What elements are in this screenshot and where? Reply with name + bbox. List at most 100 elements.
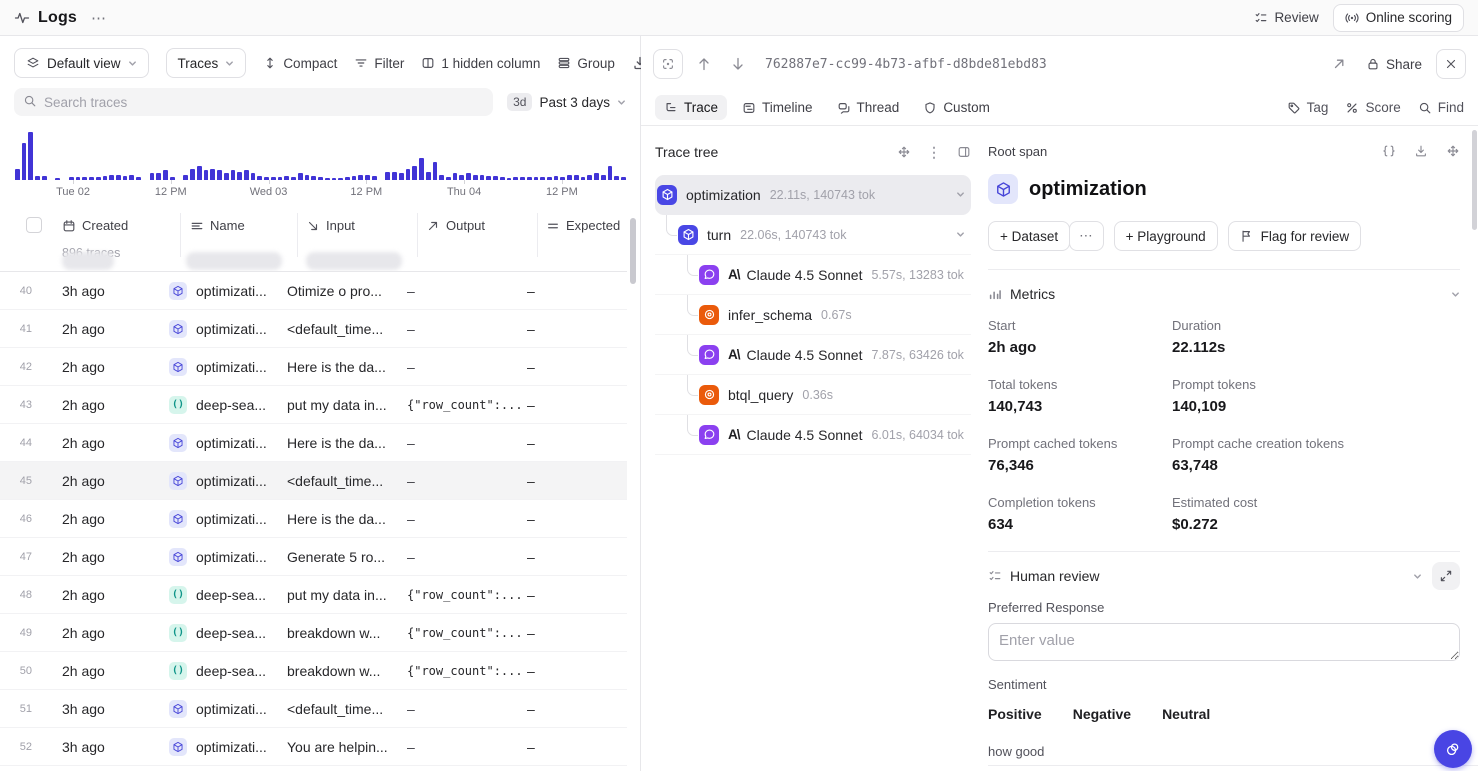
score-button[interactable]: Score	[1345, 100, 1400, 115]
assistant-fab[interactable]	[1434, 730, 1472, 768]
tag-button[interactable]: Tag	[1287, 100, 1329, 115]
move-icon[interactable]	[897, 145, 911, 159]
tab-timeline[interactable]: Timeline	[733, 95, 822, 120]
group-button[interactable]: Group	[557, 56, 615, 71]
code-braces-icon[interactable]	[1382, 144, 1396, 158]
tool-span-icon	[699, 305, 719, 325]
chevron-down-icon[interactable]	[956, 190, 965, 199]
filter-button[interactable]: Filter	[354, 56, 404, 71]
online-scoring-button[interactable]: Online scoring	[1333, 4, 1464, 32]
download-icon[interactable]	[1414, 144, 1428, 158]
tab-thread[interactable]: Thread	[828, 95, 909, 120]
table-row[interactable]: 45 2h ago optimizati... <default_time...…	[0, 462, 627, 500]
x-axis-label: 12 PM	[350, 186, 382, 198]
review-button[interactable]: Review	[1254, 10, 1318, 25]
span-type-icon	[169, 472, 187, 490]
next-trace-button[interactable]	[725, 51, 751, 77]
column-divider	[417, 213, 418, 257]
trace-id: 762887e7-cc99-4b73-afbf-d8bde81ebd83	[765, 57, 1047, 72]
table-row[interactable]: 46 2h ago optimizati... Here is the da..…	[0, 500, 627, 538]
table-row[interactable]: 43 2h ago deep-sea... put my data in... …	[0, 386, 627, 424]
select-all-checkbox[interactable]	[26, 217, 42, 233]
time-range-selector[interactable]: 3d Past 3 days	[507, 93, 626, 111]
table-row[interactable]: 52 3h ago optimizati... You are helpin..…	[0, 728, 627, 766]
cell-input: Generate 5 ro...	[287, 549, 407, 565]
trace-volume-histogram[interactable]: Tue 0212 PMWed 0312 PMThu 0412 PM	[15, 132, 626, 198]
table-row[interactable]: 44 2h ago optimizati... Here is the da..…	[0, 424, 627, 462]
trace-tree-row[interactable]: A\ optimization 22.11s, 140743 tok	[655, 175, 971, 215]
add-to-playground-button[interactable]: + Playground	[1114, 221, 1218, 251]
expand-review-button[interactable]	[1432, 562, 1460, 590]
traces-selector[interactable]: Traces	[166, 48, 247, 78]
table-row[interactable]: 47 2h ago optimizati... Generate 5 ro...…	[0, 538, 627, 576]
review-checklist-icon	[988, 569, 1002, 583]
sentiment-option-negative[interactable]: Negative	[1073, 706, 1131, 722]
trace-detail-panel: 762887e7-cc99-4b73-afbf-d8bde81ebd83 Sha…	[641, 36, 1478, 771]
redacted-cell	[186, 252, 282, 270]
columns-icon	[421, 56, 435, 70]
trace-tree-row[interactable]: A\ turn 22.06s, 140743 tok	[655, 215, 971, 255]
sentiment-option-neutral[interactable]: Neutral	[1162, 706, 1210, 722]
close-panel-button[interactable]	[1436, 49, 1466, 79]
panel-toggle-icon[interactable]	[957, 145, 971, 159]
tree-icon	[664, 101, 678, 115]
tree-menu-button[interactable]: ⋮	[927, 145, 941, 159]
flag-for-review-button[interactable]: Flag for review	[1228, 221, 1362, 251]
trace-tree-row[interactable]: A\ Claude 4.5 Sonnet 6.01s, 64034 tok	[655, 415, 971, 455]
move-icon[interactable]	[1446, 144, 1460, 158]
row-number: 48	[0, 589, 46, 601]
layers-icon	[26, 56, 40, 70]
column-header-input[interactable]: Input	[306, 218, 355, 233]
calendar-icon	[62, 219, 76, 233]
tab-trace[interactable]: Trace	[655, 95, 727, 120]
hidden-columns-button[interactable]: 1 hidden column	[421, 56, 540, 71]
table-row[interactable]: 40 3h ago optimizati... Otimize o pro...…	[0, 272, 627, 310]
find-button[interactable]: Find	[1418, 100, 1464, 115]
table-row[interactable]: 51 3h ago optimizati... <default_time...…	[0, 690, 627, 728]
trace-tree-row[interactable]: A\ infer_schema 0.67s	[655, 295, 971, 335]
column-divider	[180, 213, 181, 257]
trace-tree-row[interactable]: A\ btql_query 0.36s	[655, 375, 971, 415]
page-menu-button[interactable]: ⋯	[91, 9, 107, 27]
cell-output: –	[407, 511, 527, 527]
tab-custom[interactable]: Custom	[914, 95, 999, 120]
table-row[interactable]: 41 2h ago optimizati... <default_time...…	[0, 310, 627, 348]
row-number: 49	[0, 627, 46, 639]
dataset-more-button[interactable]: ⋯	[1069, 221, 1104, 251]
focus-span-button[interactable]	[653, 49, 683, 79]
add-to-dataset-button[interactable]: + Dataset	[988, 221, 1070, 251]
cell-expected: –	[527, 435, 627, 451]
share-button[interactable]: Share	[1366, 57, 1422, 72]
cell-expected: –	[527, 397, 627, 413]
llm-span-icon	[699, 265, 719, 285]
column-divider	[297, 213, 298, 257]
open-full-page-button[interactable]	[1326, 51, 1352, 77]
chevron-down-icon[interactable]	[1413, 572, 1422, 581]
detail-scrollbar[interactable]	[1472, 130, 1477, 230]
task-cube-icon	[988, 174, 1018, 204]
table-row[interactable]: 49 2h ago deep-sea... breakdown w... {"r…	[0, 614, 627, 652]
search-input[interactable]	[14, 88, 493, 116]
prev-trace-button[interactable]	[691, 51, 717, 77]
section-divider	[988, 765, 1478, 766]
sentiment-option-positive[interactable]: Positive	[988, 706, 1042, 722]
preferred-response-input[interactable]	[988, 623, 1460, 661]
cell-name: optimizati...	[169, 548, 287, 566]
chevron-down-icon[interactable]	[956, 230, 965, 239]
row-number: 43	[0, 399, 46, 411]
table-scrollbar[interactable]	[630, 218, 636, 284]
column-header-expected[interactable]: Expected	[546, 218, 620, 233]
compact-toggle[interactable]: Compact	[263, 56, 337, 71]
column-header-output[interactable]: Output	[426, 218, 485, 233]
chevron-down-icon[interactable]	[1451, 290, 1460, 299]
cell-expected: –	[527, 739, 627, 755]
table-row[interactable]: 42 2h ago optimizati... Here is the da..…	[0, 348, 627, 386]
column-header-name[interactable]: Name	[190, 218, 245, 233]
column-header-created[interactable]: Created	[62, 218, 128, 233]
trace-tree-row[interactable]: A\ Claude 4.5 Sonnet 7.87s, 63426 tok	[655, 335, 971, 375]
chat-bubbles-icon	[837, 101, 851, 115]
view-selector[interactable]: Default view	[14, 48, 149, 78]
table-row[interactable]: 48 2h ago deep-sea... put my data in... …	[0, 576, 627, 614]
table-row[interactable]: 50 2h ago deep-sea... breakdown w... {"r…	[0, 652, 627, 690]
trace-tree-row[interactable]: A\ Claude 4.5 Sonnet 5.57s, 13283 tok	[655, 255, 971, 295]
